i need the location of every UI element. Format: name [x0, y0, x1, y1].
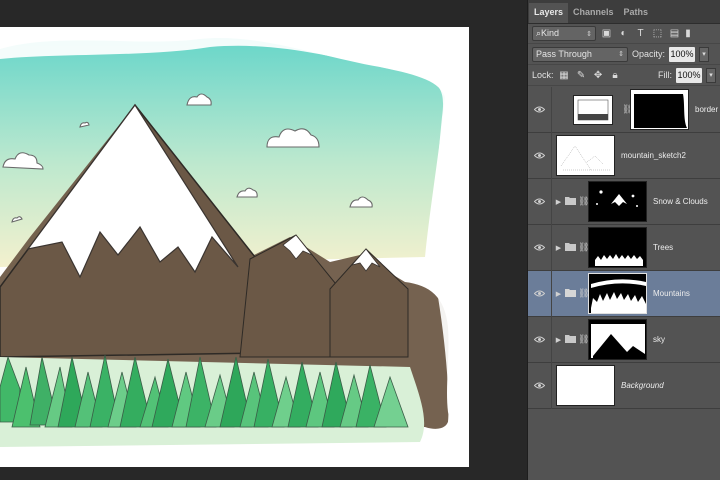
opacity-slider-toggle[interactable]: ▾ [699, 46, 710, 62]
eye-icon [534, 152, 545, 159]
layer-mask-thumbnail[interactable] [588, 273, 647, 314]
folder-icon [565, 242, 576, 254]
visibility-toggle[interactable] [528, 362, 552, 409]
layer-snow-and-clouds[interactable]: ▶ ⛓ Snow & Clouds [528, 178, 720, 225]
layer-thumbnail [556, 135, 615, 176]
layer-thumbnail [573, 94, 613, 125]
blend-mode-label: Pass Through [536, 49, 592, 59]
layer-thumbnail [556, 365, 615, 406]
lock-row: Lock: ▦ ✎ ✥ 🔒︎ Fill: 100% ▾ [528, 65, 720, 86]
panel-tabbar: Layers Channels Paths [528, 0, 720, 24]
filter-row: ⌕Kind ⇕ ▣ ◐ T ⬚ ▤ ▮ [528, 24, 720, 44]
visibility-toggle[interactable] [528, 86, 552, 133]
tab-paths[interactable]: Paths [619, 3, 654, 23]
layer-mountain-sketch2[interactable]: mountain_sketch2 [528, 132, 720, 179]
document-workspace[interactable] [0, 0, 527, 480]
layer-name[interactable]: Trees [653, 243, 673, 252]
tab-channels[interactable]: Channels [568, 3, 619, 23]
folder-icon [565, 196, 576, 208]
opacity-field[interactable]: 100% [669, 46, 696, 62]
shape-filter-icon[interactable]: ⬚ [651, 27, 664, 40]
adjustment-filter-icon[interactable]: ◐ [617, 27, 630, 40]
link-icon[interactable]: ⛓ [578, 196, 589, 207]
layer-name[interactable]: border [695, 105, 718, 114]
chevron-updown-icon: ⇕ [618, 51, 624, 58]
eye-icon [534, 198, 545, 205]
layer-mask-thumbnail[interactable] [588, 181, 647, 222]
filter-toggle-icon[interactable]: ▮ [685, 27, 691, 40]
layer-trees[interactable]: ▶ ⛓ Trees [528, 224, 720, 271]
artwork [0, 27, 469, 467]
smart-object-filter-icon[interactable]: ▤ [668, 27, 681, 40]
eye-icon [534, 336, 545, 343]
layers-panel: Layers Channels Paths ⌕Kind ⇕ ▣ ◐ T ⬚ ▤ … [527, 0, 720, 480]
visibility-toggle[interactable] [528, 270, 552, 317]
opacity-label: Opacity: [632, 49, 666, 59]
layer-mask-thumbnail[interactable] [630, 89, 689, 130]
layer-mask-thumbnail[interactable] [588, 227, 647, 268]
layer-name[interactable]: sky [653, 335, 665, 344]
lock-paint-icon[interactable]: ✎ [575, 69, 588, 82]
link-icon[interactable]: ⛓ [578, 334, 589, 345]
folder-icon [565, 334, 576, 346]
filter-kind-label: Kind [541, 28, 560, 38]
image-filter-icon[interactable]: ▣ [600, 27, 613, 40]
filter-kind-dropdown[interactable]: ⌕Kind ⇕ [532, 26, 596, 41]
blend-mode-dropdown[interactable]: Pass Through ⇕ [532, 46, 628, 62]
folder-icon [565, 288, 576, 300]
lock-all-icon[interactable]: 🔒︎ [609, 69, 622, 82]
eye-icon [534, 382, 545, 389]
layer-name[interactable]: mountain_sketch2 [621, 151, 686, 160]
link-icon[interactable]: ⛓ [622, 104, 633, 115]
layer-name[interactable]: Snow & Clouds [653, 197, 708, 206]
blend-row: Pass Through ⇕ Opacity: 100% ▾ [528, 44, 720, 65]
layer-border[interactable]: ⛓ border [528, 86, 720, 133]
link-icon[interactable]: ⛓ [578, 288, 589, 299]
visibility-toggle[interactable] [528, 224, 552, 271]
fill-field[interactable]: 100% [676, 67, 702, 83]
layer-background[interactable]: Background [528, 362, 720, 409]
chevron-updown-icon: ⇕ [586, 30, 592, 38]
layer-mask-thumbnail[interactable] [588, 319, 647, 360]
layer-name[interactable]: Mountains [653, 289, 690, 298]
layer-name[interactable]: Background [621, 381, 664, 390]
layer-mountains[interactable]: ▶ ⛓ Mountains [528, 270, 720, 317]
lock-transparent-icon[interactable]: ▦ [558, 69, 571, 82]
fill-slider-toggle[interactable]: ▾ [706, 67, 716, 83]
eye-icon [534, 244, 545, 251]
link-icon[interactable]: ⛓ [578, 242, 589, 253]
lock-label: Lock: [532, 70, 554, 80]
eye-icon [534, 290, 545, 297]
layers-list: ⛓ border mountain_sketch2 ▶ ⛓ Snow & Clo… [528, 86, 720, 409]
eye-icon [534, 106, 545, 113]
tab-layers[interactable]: Layers [529, 3, 569, 23]
expand-group-icon[interactable]: ▶ [554, 336, 563, 344]
visibility-toggle[interactable] [528, 178, 552, 225]
document-canvas[interactable] [0, 27, 469, 467]
expand-group-icon[interactable]: ▶ [554, 290, 563, 298]
expand-group-icon[interactable]: ▶ [554, 244, 563, 252]
fill-label: Fill: [658, 70, 672, 80]
visibility-toggle[interactable] [528, 132, 552, 179]
visibility-toggle[interactable] [528, 316, 552, 363]
expand-group-icon[interactable]: ▶ [554, 198, 563, 206]
lock-position-icon[interactable]: ✥ [592, 69, 605, 82]
type-filter-icon[interactable]: T [634, 27, 647, 40]
layer-sky[interactable]: ▶ ⛓ sky [528, 316, 720, 363]
